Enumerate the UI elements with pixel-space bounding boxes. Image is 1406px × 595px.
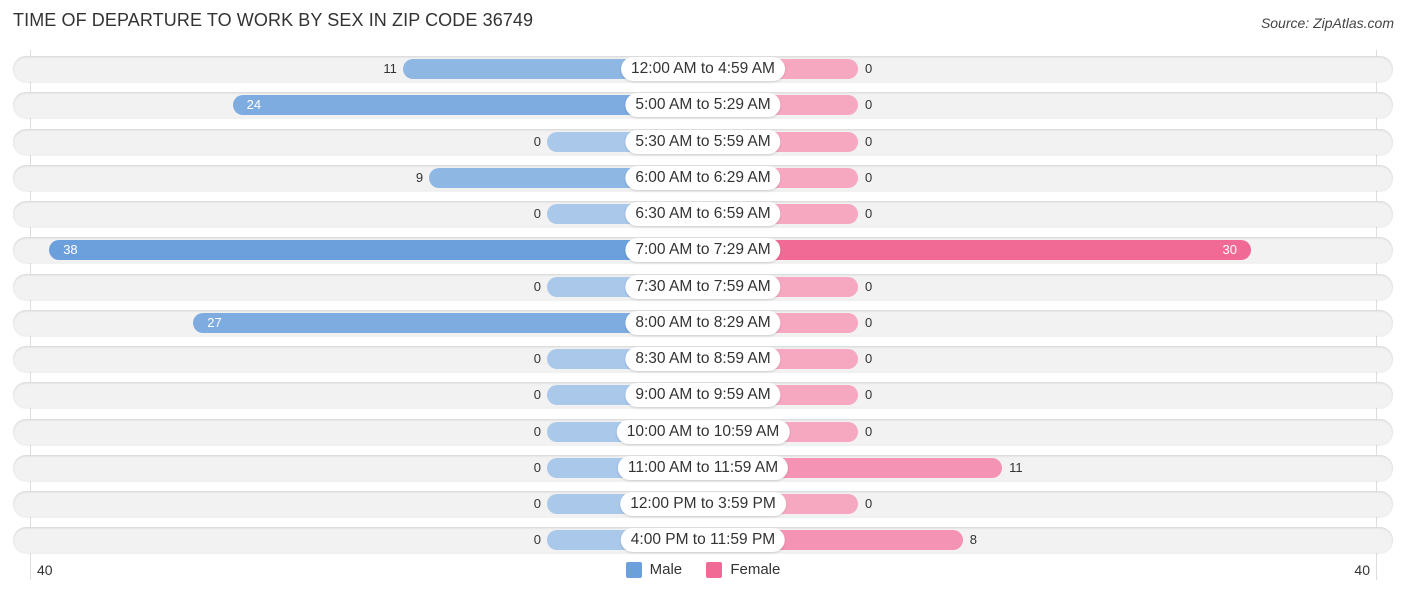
category-label: 11:00 AM to 11:59 AM	[617, 456, 789, 480]
value-label-female: 0	[865, 351, 873, 366]
category-label: 10:00 AM to 10:59 AM	[616, 420, 790, 444]
legend-swatch-male	[625, 561, 642, 578]
value-label-female: 30	[1222, 242, 1237, 257]
value-label-female: 0	[865, 61, 873, 76]
value-label-male: 0	[533, 279, 541, 294]
value-label-male: 0	[533, 206, 541, 221]
value-label-male: 0	[533, 134, 541, 149]
category-label: 6:30 AM to 6:59 AM	[625, 202, 781, 226]
legend-swatch-female	[706, 561, 723, 578]
value-label-male: 0	[533, 424, 541, 439]
value-label-male: 0	[533, 496, 541, 511]
value-label-female: 0	[865, 170, 873, 185]
legend-label-female: Female	[730, 561, 781, 578]
value-label-female: 0	[865, 97, 873, 112]
value-label-female: 11	[1009, 460, 1023, 475]
category-label: 9:00 AM to 9:59 AM	[625, 383, 781, 407]
value-label-female: 0	[865, 134, 873, 149]
legend: Male Female	[0, 561, 1406, 582]
category-label: 6:00 AM to 6:29 AM	[625, 166, 781, 190]
value-label-male: 0	[533, 387, 541, 402]
value-label-female: 0	[865, 387, 873, 402]
source-note: Source: ZipAtlas.com	[1260, 15, 1394, 31]
bar-female[interactable]	[703, 240, 1251, 260]
category-label: 8:30 AM to 8:59 AM	[625, 347, 781, 371]
value-label-male: 0	[533, 460, 541, 475]
category-label: 7:30 AM to 7:59 AM	[625, 275, 781, 299]
value-label-female: 0	[865, 206, 873, 221]
value-label-male: 0	[533, 351, 541, 366]
category-label: 4:00 PM to 11:59 PM	[620, 528, 786, 552]
value-label-female: 0	[865, 496, 873, 511]
category-label: 8:00 AM to 8:29 AM	[625, 311, 781, 335]
chart-title: TIME OF DEPARTURE TO WORK BY SEX IN ZIP …	[13, 10, 534, 30]
value-label-male: 9	[415, 170, 424, 185]
legend-label-male: Male	[649, 561, 683, 578]
category-label: 12:00 PM to 3:59 PM	[620, 492, 786, 516]
category-label: 12:00 AM to 4:59 AM	[621, 57, 785, 81]
category-label: 7:00 AM to 7:29 AM	[625, 238, 781, 262]
value-label-female: 0	[865, 424, 873, 439]
value-label-male: 0	[533, 532, 541, 547]
bar-male[interactable]	[49, 240, 703, 260]
category-label: 5:00 AM to 5:29 AM	[625, 93, 781, 117]
value-label-male: 24	[246, 97, 262, 112]
category-label: 5:30 AM to 5:59 AM	[625, 130, 781, 154]
value-label-male: 27	[207, 315, 222, 330]
legend-item-male[interactable]: Male	[625, 561, 683, 578]
value-label-male: 11	[383, 61, 397, 76]
value-label-female: 8	[969, 532, 978, 547]
value-label-female: 0	[865, 315, 873, 330]
value-label-female: 0	[865, 279, 873, 294]
value-label-male: 38	[63, 242, 78, 257]
legend-item-female[interactable]: Female	[706, 561, 780, 578]
